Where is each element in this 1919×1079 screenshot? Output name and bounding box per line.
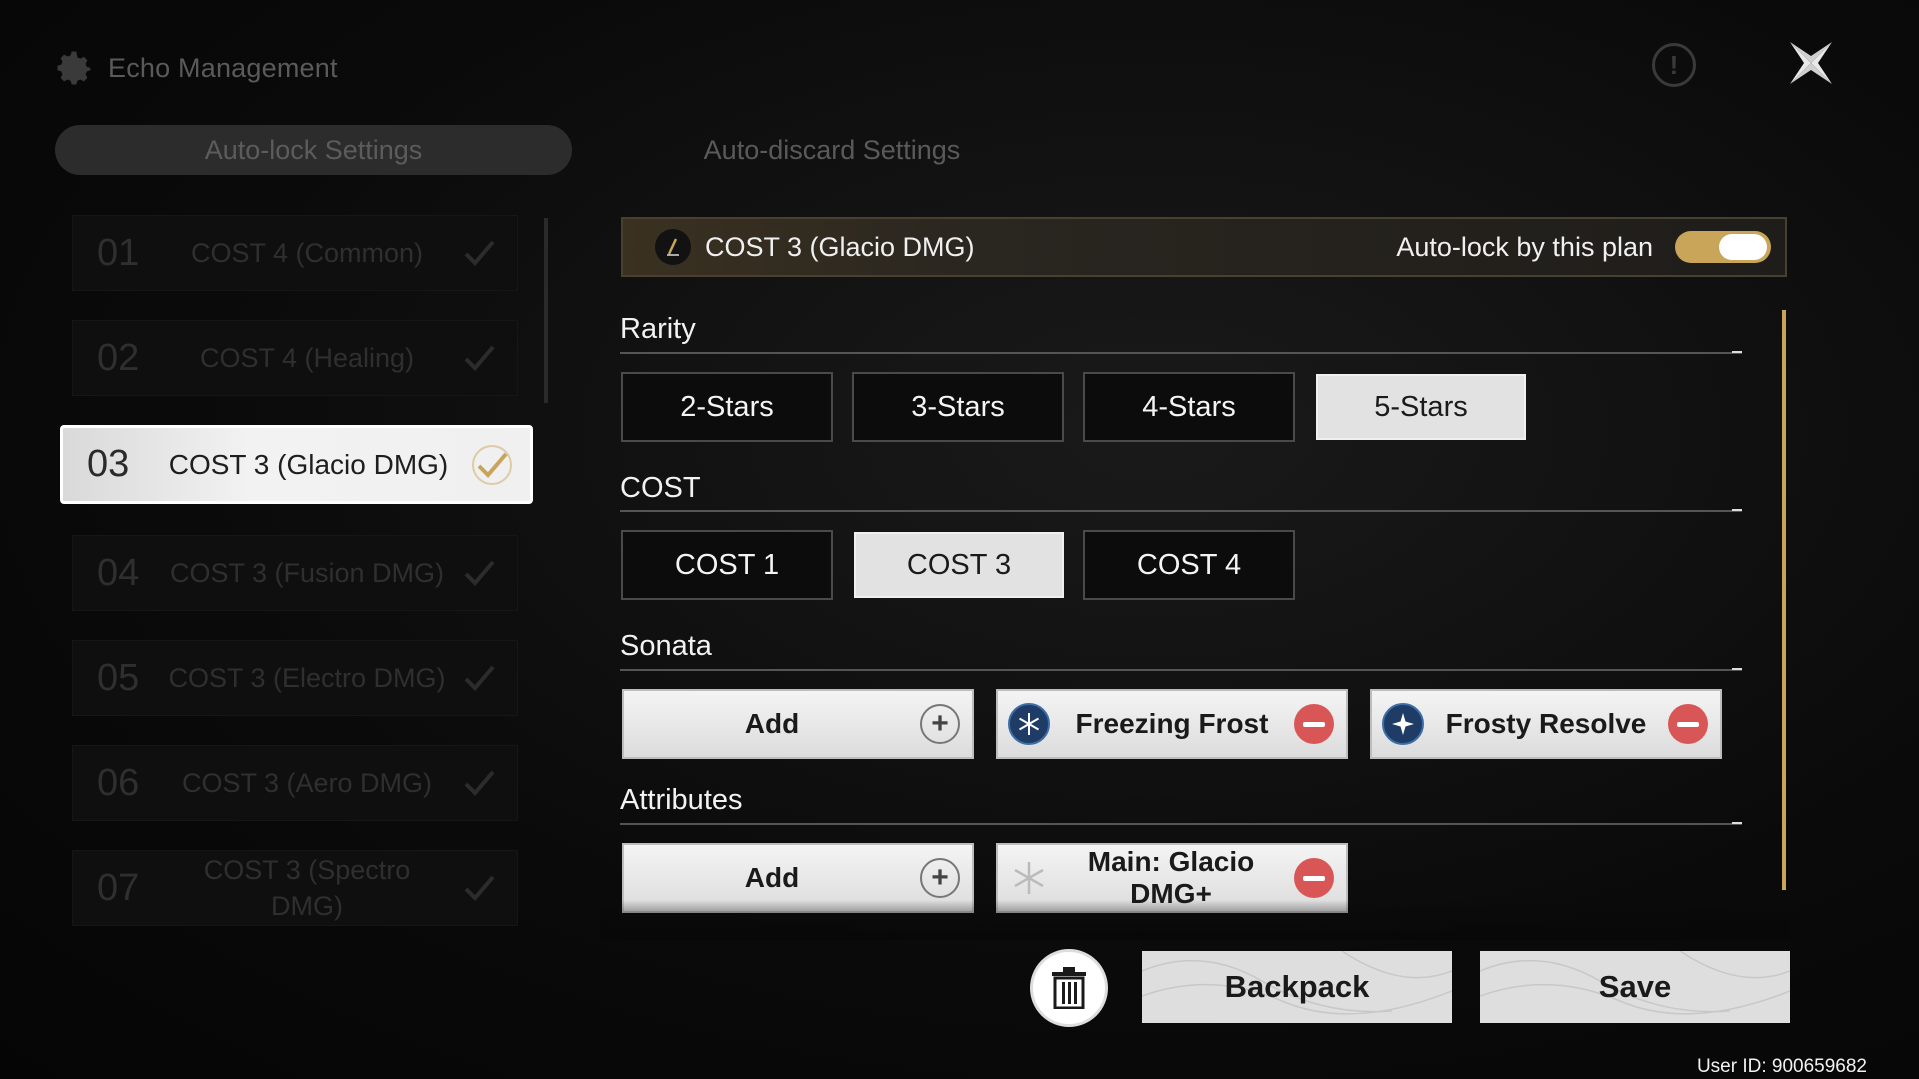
sonata-chip-frosty-resolve: Frosty Resolve — [1370, 689, 1722, 759]
info-button[interactable]: ! — [1652, 43, 1696, 87]
check-icon — [464, 665, 495, 691]
check-icon — [464, 560, 495, 586]
plan-item-07[interactable]: 07 COST 3 (Spectro DMG) — [72, 850, 518, 926]
save-button[interactable]: Save — [1480, 951, 1790, 1023]
settings-tabs: Auto-lock Settings Auto-discard Settings — [55, 125, 1092, 175]
scroll-fade — [600, 900, 1790, 940]
delete-plan-button[interactable] — [1030, 949, 1108, 1027]
settings-scrollbar[interactable] — [1782, 310, 1786, 890]
divider — [620, 509, 1742, 512]
cost-title: COST — [620, 472, 701, 504]
add-label: Add — [744, 862, 800, 893]
plan-item-01[interactable]: 01 COST 4 (Common) — [72, 215, 518, 291]
autolock-toggle[interactable] — [1675, 231, 1771, 263]
plan-item-02[interactable]: 02 COST 4 (Healing) — [72, 320, 518, 396]
pencil-icon — [667, 238, 679, 256]
check-icon — [464, 240, 495, 266]
plan-number: 02 — [97, 336, 140, 379]
plan-item-04[interactable]: 04 COST 3 (Fusion DMG) — [72, 535, 518, 611]
compass-star-icon — [1382, 703, 1424, 745]
page-title: Echo Management — [108, 52, 338, 83]
remove-icon[interactable] — [1668, 704, 1708, 744]
plus-icon: + — [920, 858, 960, 898]
plan-name: COST 3 (Glacio DMG) — [168, 448, 449, 480]
plan-number: 05 — [97, 656, 140, 699]
check-icon — [464, 770, 495, 796]
attributes-title: Attributes — [620, 784, 743, 816]
plan-name: COST 3 (Aero DMG) — [181, 768, 433, 798]
plan-name: COST 4 (Common) — [190, 238, 424, 268]
sonata-name: Frosty Resolve — [1445, 708, 1647, 739]
gear-icon — [57, 51, 91, 85]
rarity-option-2-stars[interactable]: 2-Stars — [621, 372, 833, 442]
plus-icon: + — [920, 704, 960, 744]
plan-number: 01 — [97, 231, 140, 274]
sonata-add-button[interactable]: Add + — [622, 689, 974, 759]
autolock-label: Auto-lock by this plan — [1396, 231, 1653, 262]
check-icon — [472, 444, 512, 485]
rarity-title: Rarity — [620, 313, 696, 345]
add-label: Add — [744, 708, 800, 739]
cost-option-3[interactable]: COST 3 — [854, 532, 1064, 598]
rarity-option-5-stars[interactable]: 5-Stars — [1316, 374, 1526, 440]
remove-icon[interactable] — [1294, 704, 1334, 744]
plan-number: 04 — [97, 551, 140, 594]
cost-option-4[interactable]: COST 4 — [1083, 530, 1295, 600]
plan-name: COST 4 (Healing) — [199, 343, 415, 373]
plan-name: COST 3 (Fusion DMG) — [169, 558, 445, 588]
toggle-knob — [1719, 234, 1767, 260]
remove-icon[interactable] — [1294, 858, 1334, 898]
sonata-title: Sonata — [620, 630, 712, 662]
plan-number: 03 — [87, 443, 130, 485]
rarity-option-4-stars[interactable]: 4-Stars — [1083, 372, 1295, 442]
plan-name: COST 3 (Spectro DMG) — [203, 855, 411, 921]
tab-auto-lock[interactable]: Auto-lock Settings — [55, 125, 572, 175]
check-icon — [464, 345, 495, 371]
backpack-button[interactable]: Backpack — [1142, 951, 1452, 1023]
plan-item-05[interactable]: 05 COST 3 (Electro DMG) — [72, 640, 518, 716]
plan-list-scrollbar[interactable] — [544, 218, 548, 403]
plan-number: 06 — [97, 761, 140, 804]
plan-item-06[interactable]: 06 COST 3 (Aero DMG) — [72, 745, 518, 821]
plan-item-03[interactable]: 03 COST 3 (Glacio DMG) — [60, 425, 533, 504]
plan-header-bar: COST 3 (Glacio DMG) Auto-lock by this pl… — [621, 217, 1787, 277]
close-icon[interactable] — [1784, 36, 1838, 90]
divider — [620, 351, 1742, 354]
edit-name-button[interactable] — [655, 229, 691, 265]
rarity-option-3-stars[interactable]: 3-Stars — [852, 372, 1064, 442]
divider — [620, 822, 1742, 825]
exclamation-icon: ! — [1669, 49, 1679, 80]
snowflake-icon — [1008, 703, 1050, 745]
sonata-chip-freezing-frost: Freezing Frost — [996, 689, 1348, 759]
sonata-name: Freezing Frost — [1075, 708, 1269, 739]
user-id: User ID: 900659682 — [1696, 1056, 1867, 1077]
tab-auto-discard[interactable]: Auto-discard Settings — [572, 125, 1092, 175]
backpack-label: Backpack — [1224, 969, 1370, 1004]
header: Echo Management — [52, 46, 338, 90]
plan-title: COST 3 (Glacio DMG) — [705, 231, 975, 262]
divider — [620, 668, 1742, 671]
plan-name: COST 3 (Electro DMG) — [168, 663, 446, 693]
cost-option-1[interactable]: COST 1 — [621, 530, 833, 600]
check-icon — [464, 875, 495, 901]
save-label: Save — [1598, 969, 1672, 1004]
trash-icon — [1052, 967, 1086, 1009]
plan-number: 07 — [97, 866, 140, 909]
glacio-icon — [1014, 862, 1044, 894]
